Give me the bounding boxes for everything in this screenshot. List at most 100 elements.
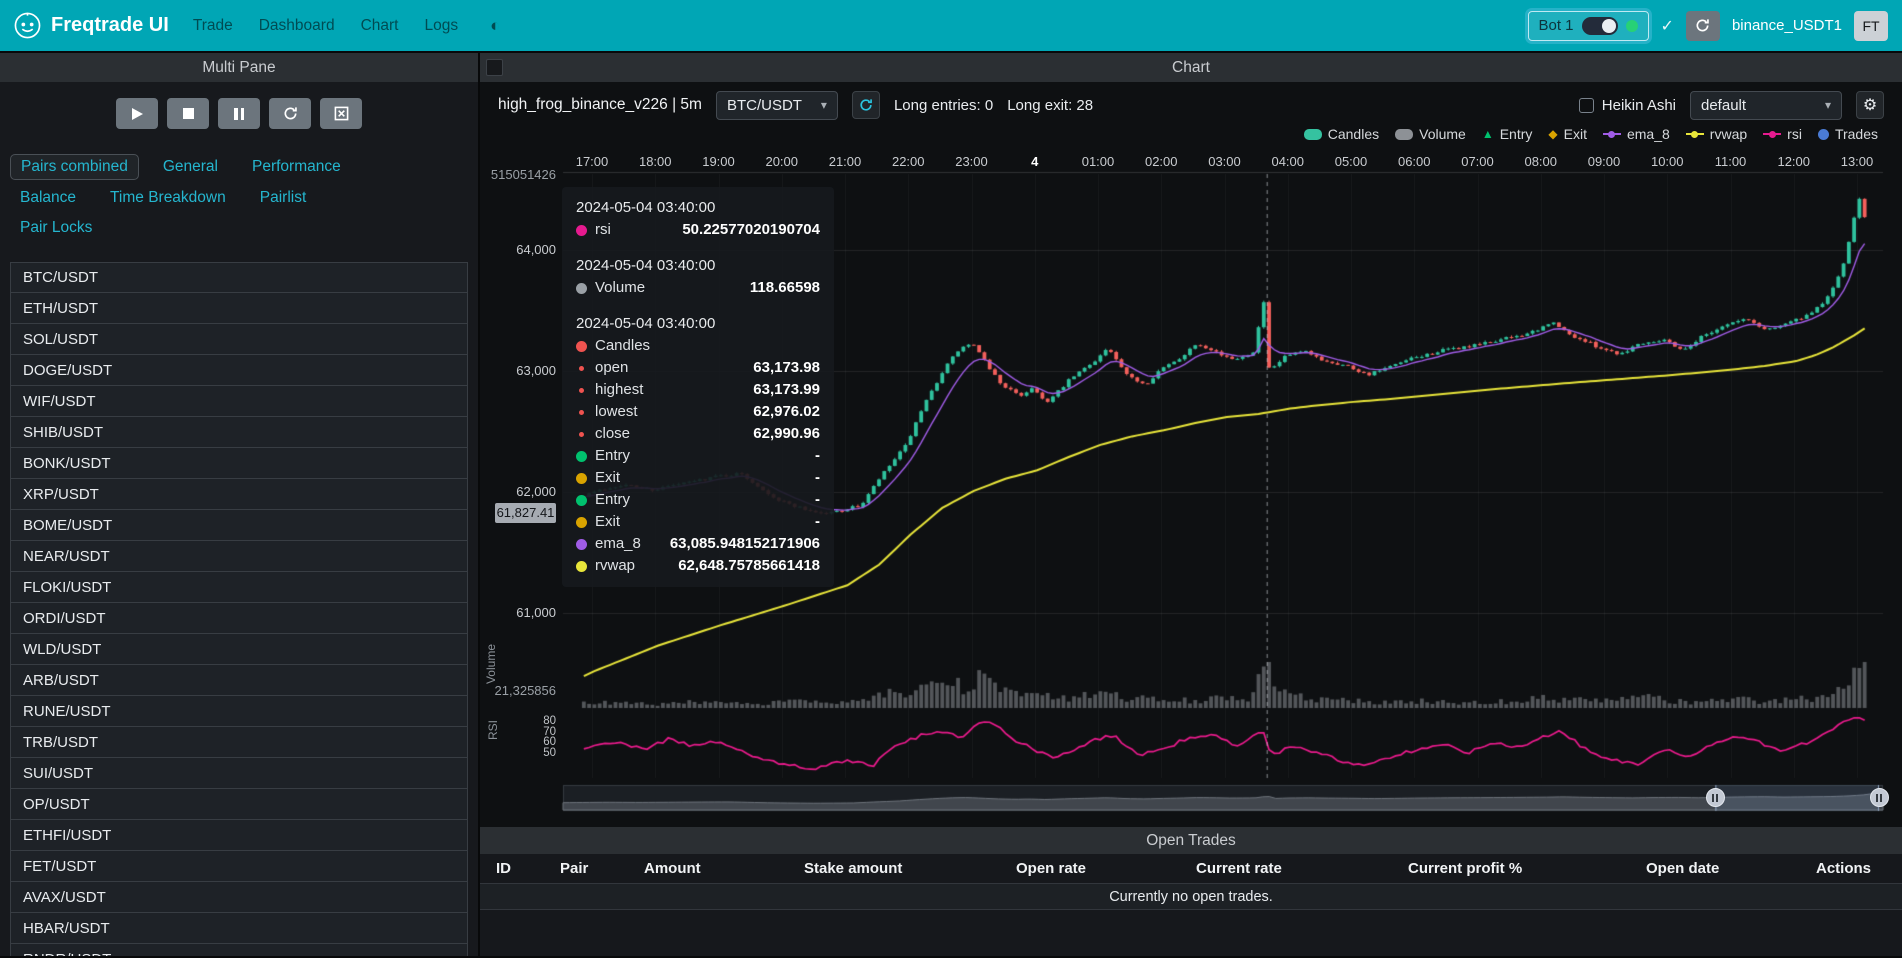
tooltip-label: ema_8 — [595, 533, 641, 555]
time-label-12-00: 12:00 — [1777, 154, 1810, 169]
tab-pairs-combined[interactable]: Pairs combined — [10, 154, 139, 180]
navigator-handle-right[interactable] — [1870, 788, 1889, 807]
pair-row-wif-usdt[interactable]: WIF/USDT — [10, 386, 468, 417]
pair-row-ethfi-usdt[interactable]: ETHFI/USDT — [10, 820, 468, 851]
pair-row-arb-usdt[interactable]: ARB/USDT — [10, 665, 468, 696]
pair-row-eth-usdt[interactable]: ETH/USDT — [10, 293, 468, 324]
tooltip-label: rvwap — [595, 555, 635, 577]
pair-list: BTC/USDTETH/USDTSOL/USDTDOGE/USDTWIF/USD… — [10, 262, 468, 956]
plot-settings-button[interactable]: ⚙ — [1856, 91, 1884, 119]
legend-entry[interactable]: ▲Entry — [1482, 126, 1533, 142]
avatar[interactable]: FT — [1854, 11, 1888, 41]
time-label-11-00: 11:00 — [1715, 154, 1747, 169]
tooltip-value: 63,085.948152171906 — [670, 533, 820, 555]
bot-online-dot — [1626, 20, 1638, 32]
pair-row-floki-usdt[interactable]: FLOKI/USDT — [10, 572, 468, 603]
theme-toggle-icon[interactable]: ◐ — [490, 16, 500, 36]
reload-config-button[interactable] — [269, 98, 311, 129]
legend-volume[interactable]: Volume — [1395, 126, 1466, 142]
tab-performance[interactable]: Performance — [242, 155, 351, 179]
play-icon — [132, 108, 143, 120]
tab-balance[interactable]: Balance — [10, 186, 86, 210]
brand-title[interactable]: Freqtrade UI — [51, 14, 169, 37]
stop-icon — [183, 108, 194, 119]
nav-link-logs[interactable]: Logs — [424, 17, 458, 35]
tooltip-label: open — [595, 357, 628, 379]
pair-row-near-usdt[interactable]: NEAR/USDT — [10, 541, 468, 572]
chart-refresh-button[interactable] — [852, 91, 880, 119]
pair-row-sol-usdt[interactable]: SOL/USDT — [10, 324, 468, 355]
tooltip-label: rsi — [595, 219, 611, 241]
legend-rvwap[interactable]: rvwap — [1686, 126, 1747, 142]
pair-row-bome-usdt[interactable]: BOME/USDT — [10, 510, 468, 541]
tooltip-value: - — [815, 467, 820, 489]
candles-marker-icon — [1304, 129, 1322, 140]
tooltip-row-highest: highest63,173.99 — [576, 379, 820, 401]
legend-candles[interactable]: Candles — [1304, 126, 1379, 142]
tab-general[interactable]: General — [153, 155, 228, 179]
time-label-13-00: 13:00 — [1841, 154, 1874, 169]
pair-row-rune-usdt[interactable]: RUNE/USDT — [10, 696, 468, 727]
tooltip-label: Exit — [595, 467, 620, 489]
pair-select[interactable]: BTC/USDT ▾ — [716, 91, 838, 120]
time-label-09-00: 09:00 — [1588, 154, 1621, 169]
tooltip-row-rsi: rsi50.22577020190704 — [576, 219, 820, 241]
nav-link-dashboard[interactable]: Dashboard — [259, 17, 335, 35]
pair-row-rndr-usdt[interactable]: RNDR/USDT — [10, 944, 468, 956]
time-label-4: 4 — [1031, 154, 1038, 169]
main-layout: Multi Pane Pairs combinedGeneralPerforma… — [0, 51, 1902, 956]
nav-link-chart[interactable]: Chart — [361, 17, 399, 35]
pause-bot-button[interactable] — [218, 98, 260, 129]
panel-resize-handle[interactable] — [486, 59, 503, 76]
pair-row-trb-usdt[interactable]: TRB/USDT — [10, 727, 468, 758]
plot-config-select[interactable]: default ▾ — [1690, 91, 1842, 120]
tooltip-dot — [576, 451, 587, 462]
cancel-open-orders-button[interactable] — [320, 98, 362, 129]
tooltip-date: 2024-05-04 03:40:00 — [576, 197, 820, 219]
pair-row-btc-usdt[interactable]: BTC/USDT — [10, 262, 468, 293]
global-refresh-button[interactable] — [1686, 11, 1720, 41]
tooltip-row-exit: Exit - — [576, 467, 820, 489]
pair-row-fet-usdt[interactable]: FET/USDT — [10, 851, 468, 882]
legend-ema-8[interactable]: ema_8 — [1603, 126, 1670, 142]
tooltip-value: - — [815, 489, 820, 511]
freqtrade-logo-icon[interactable] — [14, 12, 41, 39]
tooltip-section-1: 2024-05-04 03:40:00Volume118.66598 — [576, 255, 820, 299]
pair-row-shib-usdt[interactable]: SHIB/USDT — [10, 417, 468, 448]
navbar: Freqtrade UI Trade Dashboard Chart Logs ◐ B… — [0, 0, 1902, 51]
navigator-handle-left[interactable] — [1706, 788, 1725, 807]
tooltip-label: highest — [595, 379, 643, 401]
pair-row-bonk-usdt[interactable]: BONK/USDT — [10, 448, 468, 479]
reload-icon — [283, 106, 298, 121]
chevron-down-icon: ▾ — [821, 98, 827, 112]
pair-row-wld-usdt[interactable]: WLD/USDT — [10, 634, 468, 665]
nav-link-trade[interactable]: Trade — [193, 17, 233, 35]
pair-row-xrp-usdt[interactable]: XRP/USDT — [10, 479, 468, 510]
tab-pair-locks[interactable]: Pair Locks — [10, 216, 102, 240]
legend-rsi[interactable]: rsi — [1763, 126, 1802, 142]
pair-row-ordi-usdt[interactable]: ORDI/USDT — [10, 603, 468, 634]
y-label-21-325856: 21,325856 — [480, 683, 556, 698]
tooltip-row-ema-8: ema_8 63,085.948152171906 — [576, 533, 820, 555]
tab-pairlist[interactable]: Pairlist — [250, 186, 317, 210]
start-bot-button[interactable] — [116, 98, 158, 129]
tab-time-breakdown[interactable]: Time Breakdown — [100, 186, 236, 210]
cancel-orders-icon — [334, 106, 349, 121]
chart-panel: Chart high_frog_binance_v226 | 5m BTC/US… — [480, 53, 1902, 827]
legend-exit[interactable]: ◆Exit — [1548, 126, 1587, 142]
tooltip-dot — [576, 561, 587, 572]
pair-row-sui-usdt[interactable]: SUI/USDT — [10, 758, 468, 789]
pair-row-avax-usdt[interactable]: AVAX/USDT — [10, 882, 468, 913]
pair-row-op-usdt[interactable]: OP/USDT — [10, 789, 468, 820]
legend-trades[interactable]: Trades — [1818, 126, 1878, 142]
bot-running-toggle[interactable] — [1582, 17, 1618, 35]
tooltip-label: Candles — [595, 335, 650, 357]
col-actions: Actions — [1816, 860, 1902, 877]
rsi-axis-title: RSI — [486, 720, 500, 740]
account-label: binance_USDT1 — [1732, 17, 1842, 34]
heikin-ashi-checkbox[interactable] — [1579, 98, 1594, 113]
pair-row-hbar-usdt[interactable]: HBAR/USDT — [10, 913, 468, 944]
stop-bot-button[interactable] — [167, 98, 209, 129]
pair-row-doge-usdt[interactable]: DOGE/USDT — [10, 355, 468, 386]
bot-selector[interactable]: Bot 1 — [1528, 11, 1649, 41]
